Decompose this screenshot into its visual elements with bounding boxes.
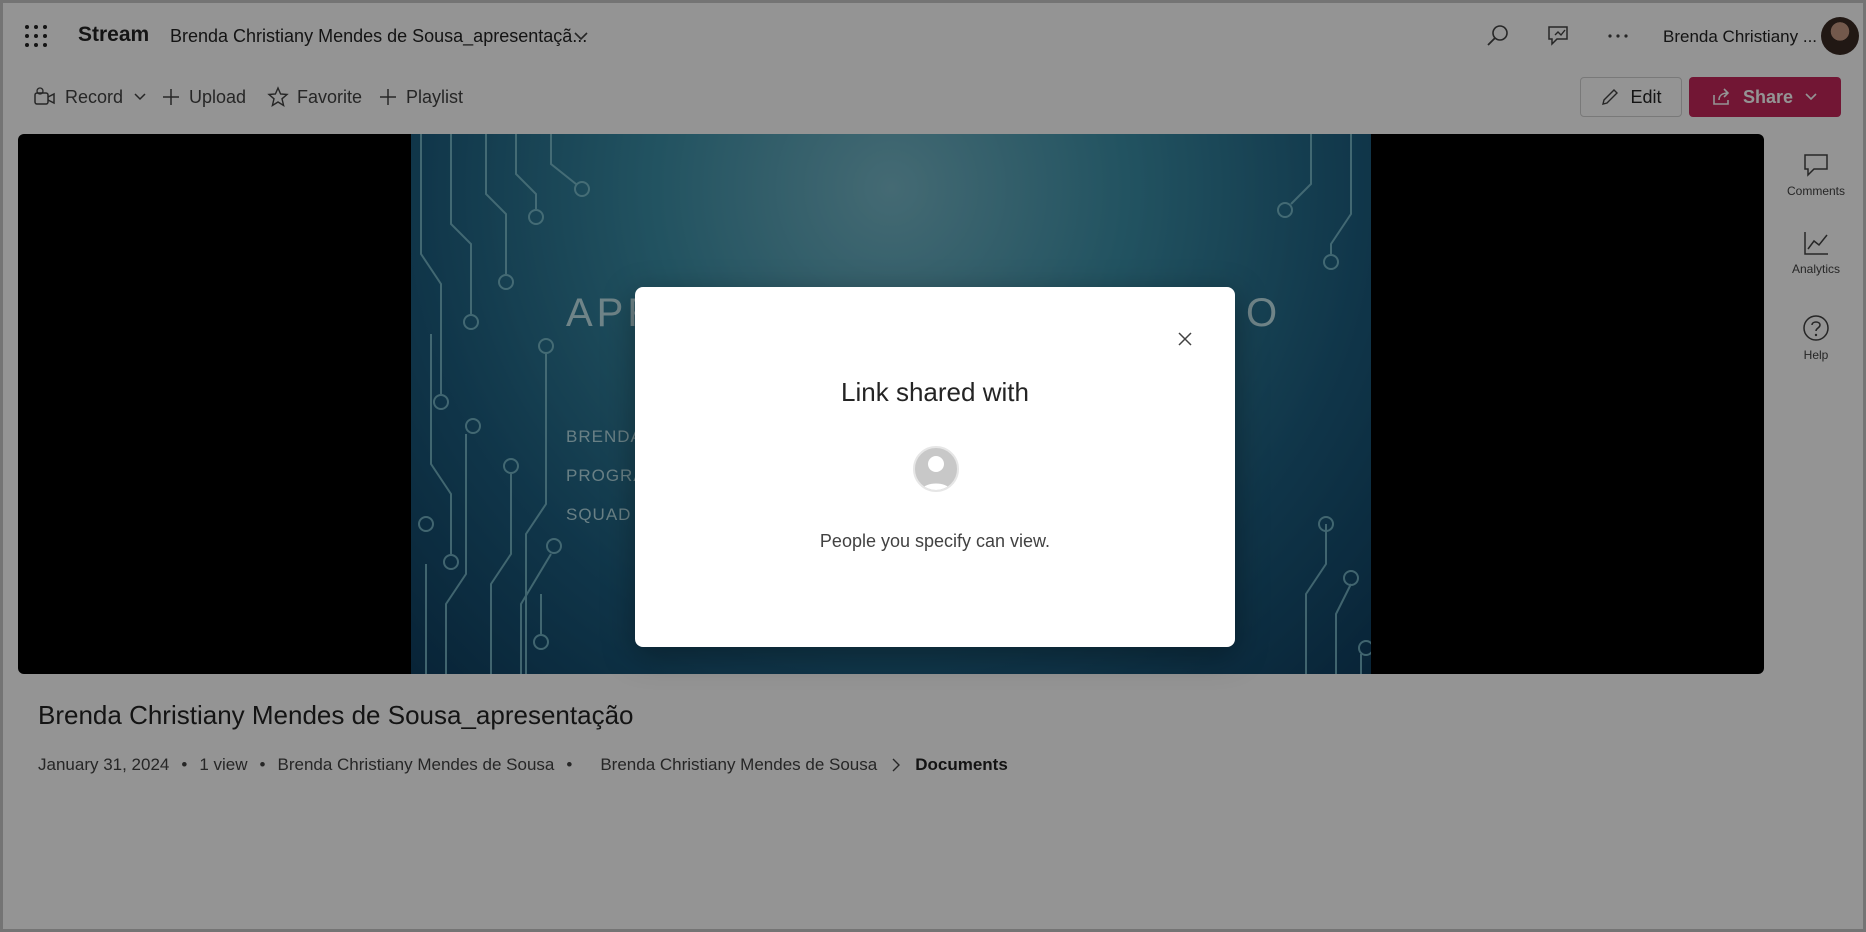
link-shared-dialog: Link shared with People you specify can …: [635, 287, 1235, 647]
dialog-description: People you specify can view.: [819, 531, 1051, 551]
close-icon[interactable]: [1173, 327, 1197, 351]
person-avatar-icon: [913, 446, 959, 492]
dialog-title: Link shared with: [841, 377, 1029, 407]
